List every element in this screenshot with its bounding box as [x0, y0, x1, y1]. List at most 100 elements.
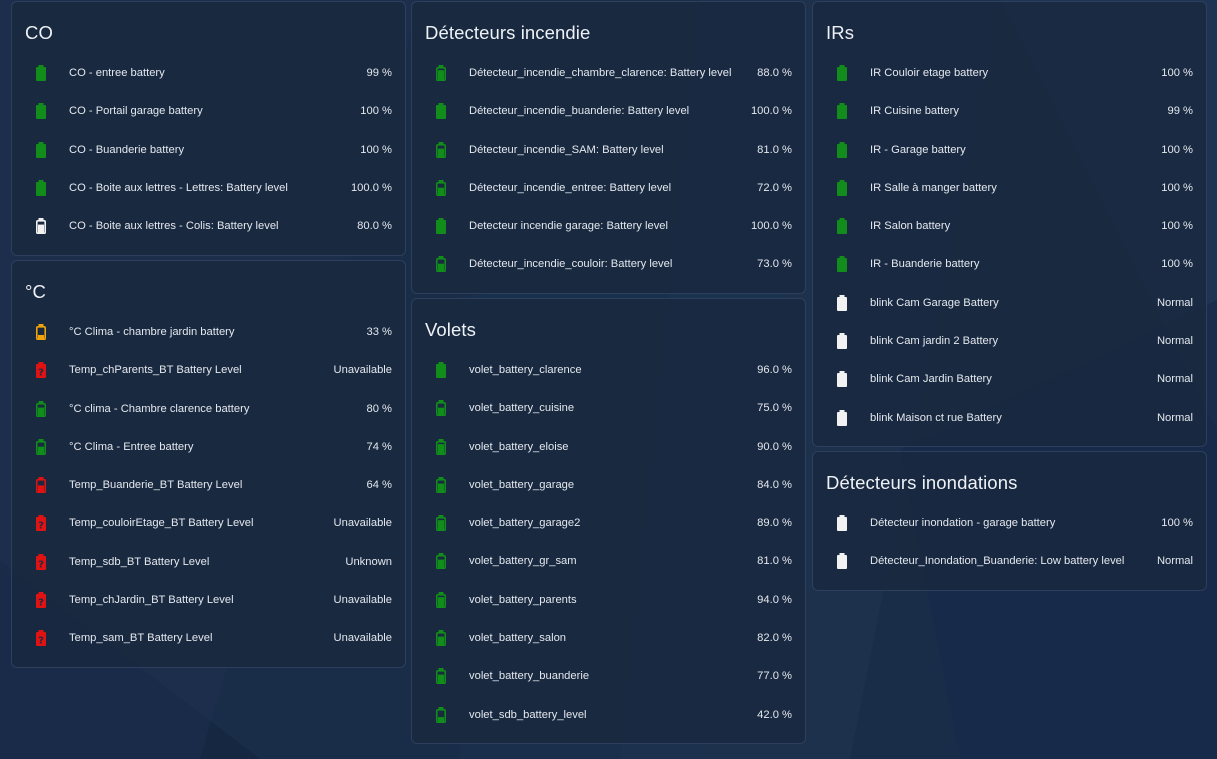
entity-row[interactable]: IR Salle à manger battery 100 %	[813, 169, 1206, 207]
entity-name[interactable]: IR Salle à manger battery	[870, 169, 997, 207]
battery-unknown-icon: ?	[35, 553, 47, 570]
entity-row[interactable]: CO - Buanderie battery 100 %	[12, 131, 405, 169]
entity-row[interactable]: °C Clima - Entree battery 74 %	[12, 428, 405, 466]
entity-row[interactable]: Détecteur_incendie_chambre_clarence: Bat…	[412, 54, 805, 92]
entity-name[interactable]: Détecteur inondation - garage battery	[870, 504, 1055, 542]
entity-name[interactable]: volet_battery_clarence	[469, 351, 582, 389]
entity-name[interactable]: volet_battery_salon	[469, 619, 566, 657]
entity-row[interactable]: Détecteur_incendie_buanderie: Battery le…	[412, 92, 805, 130]
entity-name[interactable]: Temp_sam_BT Battery Level	[69, 619, 212, 657]
entity-name[interactable]: CO - Boite aux lettres - Lettres: Batter…	[69, 169, 288, 207]
entity-row[interactable]: CO - entree battery 99 %	[12, 54, 405, 92]
entity-name[interactable]: volet_battery_eloise	[469, 428, 569, 466]
entity-state: 81.0 %	[757, 555, 792, 568]
entity-row[interactable]: volet_battery_salon 82.0 %	[412, 619, 805, 657]
entity-row[interactable]: IR Salon battery 100 %	[813, 207, 1206, 245]
entity-name[interactable]: IR Cuisine battery	[870, 92, 959, 130]
entity-row[interactable]: ? Temp_chJardin_BT Battery Level Unavailab…	[12, 581, 405, 619]
entity-name[interactable]: blink Cam jardin 2 Battery	[870, 322, 998, 360]
entity-name[interactable]: blink Maison ct rue Battery	[870, 399, 1002, 437]
entity-row[interactable]: Détecteur_incendie_SAM: Battery level 81.…	[412, 131, 805, 169]
entity-name[interactable]: IR - Garage battery	[870, 131, 966, 169]
battery-full-icon	[435, 103, 447, 120]
entity-row[interactable]: IR Couloir etage battery 100 %	[813, 54, 1206, 92]
entity-name[interactable]: °C Clima - chambre jardin battery	[69, 313, 235, 351]
entity-row[interactable]: ? Temp_sam_BT Battery Level Unavailable	[12, 619, 405, 657]
svg-text:?: ?	[38, 598, 44, 609]
entity-name[interactable]: volet_battery_garage	[469, 466, 574, 504]
entity-row[interactable]: volet_battery_parents 94.0 %	[412, 581, 805, 619]
entity-row[interactable]: Détecteur_incendie_couloir: Battery leve…	[412, 245, 805, 283]
entity-row[interactable]: °C clima - Chambre clarence battery 80 %	[12, 390, 405, 428]
entity-row[interactable]: Temp_Buanderie_BT Battery Level 64 %	[12, 466, 405, 504]
entity-name[interactable]: Detecteur incendie garage: Battery level	[469, 207, 668, 245]
entity-row[interactable]: volet_battery_clarence 96.0 %	[412, 351, 805, 389]
entity-row[interactable]: volet_battery_eloise 90.0 %	[412, 428, 805, 466]
entity-name[interactable]: Temp_Buanderie_BT Battery Level	[69, 466, 242, 504]
entity-list: CO - entree battery 99 % CO - Portail gara…	[12, 54, 405, 245]
entity-name[interactable]: Temp_chJardin_BT Battery Level	[69, 581, 234, 619]
battery-full-icon	[836, 553, 848, 570]
entity-state: 94.0 %	[757, 593, 792, 606]
entity-row[interactable]: Detecteur incendie garage: Battery level…	[412, 207, 805, 245]
entity-name[interactable]: °C Clima - Entree battery	[69, 428, 193, 466]
entity-row[interactable]: ? Temp_chParents_BT Battery Level Unavaila…	[12, 351, 405, 389]
entity-name[interactable]: volet_sdb_battery_level	[469, 696, 587, 734]
entity-name[interactable]: IR Salon battery	[870, 207, 950, 245]
entity-row[interactable]: ? Temp_couloirEtage_BT Battery Level Unava…	[12, 504, 405, 542]
entity-row[interactable]: ? Temp_sdb_BT Battery Level Unknown	[12, 543, 405, 581]
entity-name[interactable]: CO - entree battery	[69, 54, 165, 92]
entity-name[interactable]: CO - Boite aux lettres - Colis: Battery …	[69, 207, 279, 245]
entity-name[interactable]: IR Couloir etage battery	[870, 54, 988, 92]
entity-row[interactable]: IR - Garage battery 100 %	[813, 131, 1206, 169]
entity-name[interactable]: volet_battery_gr_sam	[469, 542, 577, 580]
entity-row[interactable]: CO - Boite aux lettres - Colis: Battery …	[12, 207, 405, 245]
battery-full-icon	[35, 141, 47, 158]
entity-row[interactable]: volet_battery_cuisine 75.0 %	[412, 389, 805, 427]
entity-name[interactable]: blink Cam Garage Battery	[870, 284, 999, 322]
entity-row[interactable]: volet_sdb_battery_level 42.0 %	[412, 696, 805, 734]
entity-row[interactable]: CO - Portail garage battery 100 %	[12, 92, 405, 130]
entity-row[interactable]: CO - Boite aux lettres - Lettres: Batter…	[12, 169, 405, 207]
card-title: IRs	[826, 22, 855, 43]
battery-full-icon	[836, 371, 848, 388]
entity-state: 100.0 %	[750, 105, 792, 118]
entity-name[interactable]: Détecteur_Inondation_Buanderie: Low batt…	[870, 542, 1124, 580]
entity-name[interactable]: CO - Portail garage battery	[69, 92, 203, 130]
entity-name[interactable]: Temp_sdb_BT Battery Level	[69, 543, 209, 581]
entity-row[interactable]: blink Cam Jardin Battery Normal	[813, 360, 1206, 398]
entity-name[interactable]: volet_battery_parents	[469, 581, 577, 619]
entity-row[interactable]: Détecteur_Inondation_Buanderie: Low batt…	[813, 542, 1206, 580]
entity-row[interactable]: volet_battery_buanderie 77.0 %	[412, 657, 805, 695]
entity-name[interactable]: blink Cam Jardin Battery	[870, 360, 992, 398]
battery-80-icon	[435, 553, 447, 570]
entity-state: 100 %	[1161, 258, 1193, 271]
entity-name[interactable]: Temp_couloirEtage_BT Battery Level	[69, 504, 254, 542]
entity-state: 64 %	[366, 479, 393, 492]
entity-name[interactable]: Détecteur_incendie_chambre_clarence: Bat…	[469, 54, 731, 92]
entity-name[interactable]: Détecteur_incendie_buanderie: Battery le…	[469, 92, 689, 130]
entity-name[interactable]: CO - Buanderie battery	[69, 131, 184, 169]
entity-name[interactable]: volet_battery_garage2	[469, 504, 580, 542]
battery-90-icon	[435, 591, 447, 608]
entity-row[interactable]: blink Cam Garage Battery Normal	[813, 284, 1206, 322]
entity-name[interactable]: volet_battery_cuisine	[469, 389, 574, 427]
entity-row[interactable]: volet_battery_garage2 89.0 %	[412, 504, 805, 542]
entity-row[interactable]: IR Cuisine battery 99 %	[813, 92, 1206, 130]
entity-row[interactable]: volet_battery_gr_sam 81.0 %	[412, 542, 805, 580]
entity-name[interactable]: Détecteur_incendie_entree: Battery level	[469, 169, 671, 207]
entity-name[interactable]: IR - Buanderie battery	[870, 245, 979, 283]
entity-row[interactable]: volet_battery_garage 84.0 %	[412, 466, 805, 504]
entity-row[interactable]: blink Cam jardin 2 Battery Normal	[813, 322, 1206, 360]
entity-row[interactable]: blink Maison ct rue Battery Normal	[813, 399, 1206, 437]
entity-name[interactable]: °C clima - Chambre clarence battery	[69, 390, 249, 428]
entity-row[interactable]: Détecteur_incendie_entree: Battery level…	[412, 169, 805, 207]
entity-name[interactable]: volet_battery_buanderie	[469, 657, 589, 695]
entity-row[interactable]: Détecteur inondation - garage battery 100…	[813, 504, 1206, 542]
entity-state: Normal	[1156, 411, 1193, 424]
entity-row[interactable]: IR - Buanderie battery 100 %	[813, 245, 1206, 283]
entity-row[interactable]: °C Clima - chambre jardin battery 33 %	[12, 313, 405, 351]
entity-name[interactable]: Détecteur_incendie_couloir: Battery leve…	[469, 245, 672, 283]
entity-name[interactable]: Temp_chParents_BT Battery Level	[69, 351, 242, 389]
entity-name[interactable]: Détecteur_incendie_SAM: Battery level	[469, 131, 664, 169]
